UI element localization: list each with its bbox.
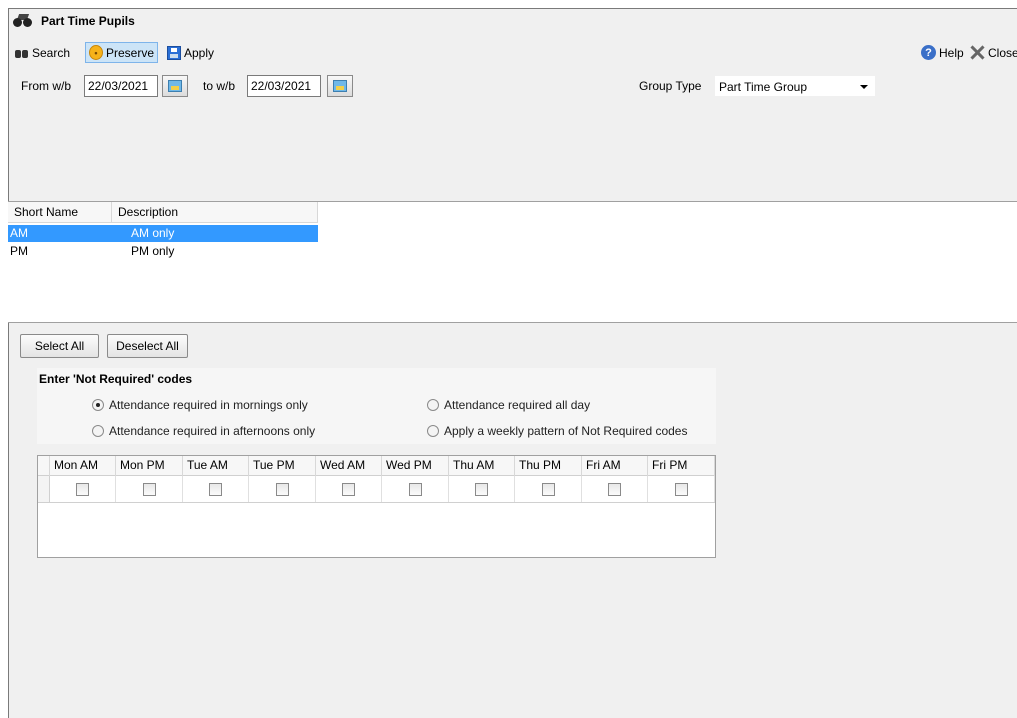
toolbar: Search • Preserve Apply ? Help Close bbox=[11, 42, 1017, 64]
tue-am-cell bbox=[183, 476, 249, 502]
mon-am-checkbox[interactable] bbox=[76, 482, 89, 496]
fri-pm-checkbox[interactable] bbox=[674, 482, 688, 496]
radio-indicator bbox=[92, 399, 104, 411]
radio-mornings-only[interactable]: Attendance required in mornings only bbox=[92, 398, 308, 412]
chevron-down-icon bbox=[860, 85, 868, 89]
fri-am-cell bbox=[582, 476, 648, 502]
thu-pm-cell bbox=[515, 476, 582, 502]
thu-pm-checkbox[interactable] bbox=[541, 482, 555, 496]
group-type-label: Group Type bbox=[639, 79, 702, 93]
calendar-icon bbox=[333, 80, 347, 92]
mon-pm-checkbox[interactable] bbox=[142, 482, 156, 496]
thu-am-checkbox[interactable] bbox=[475, 482, 488, 496]
thu-am-cell bbox=[449, 476, 515, 502]
to-date-field[interactable]: 22/03/2021 bbox=[247, 75, 321, 97]
groups-table: Short Name Description AM AM only PM PM … bbox=[8, 201, 1017, 323]
help-label: Help bbox=[939, 45, 964, 60]
cell-description: PM only bbox=[131, 244, 175, 258]
sessions-table: Mon AM Mon PM Tue AM Tue PM Wed AM Wed P… bbox=[37, 455, 716, 558]
group-title: Enter 'Not Required' codes bbox=[39, 372, 193, 386]
close-label: Close bbox=[988, 45, 1017, 60]
radio-weekly-pattern[interactable]: Apply a weekly pattern of Not Required c… bbox=[427, 424, 687, 438]
column-header-thu-am[interactable]: Thu AM bbox=[449, 456, 515, 476]
column-header-tue-am[interactable]: Tue AM bbox=[183, 456, 249, 476]
save-icon bbox=[167, 45, 181, 60]
column-header-wed-pm[interactable]: Wed PM bbox=[382, 456, 449, 476]
table-row[interactable]: AM AM only bbox=[8, 225, 318, 242]
wed-am-checkbox[interactable] bbox=[342, 482, 355, 496]
cell-short-name: PM bbox=[10, 244, 28, 258]
apply-label: Apply bbox=[184, 45, 215, 60]
search-button[interactable]: Search bbox=[11, 42, 74, 63]
table-row bbox=[50, 476, 715, 503]
wed-pm-checkbox[interactable] bbox=[408, 482, 422, 496]
fri-pm-cell bbox=[648, 476, 715, 502]
binoculars-icon bbox=[13, 14, 35, 28]
column-header-thu-pm[interactable]: Thu PM bbox=[515, 456, 582, 476]
column-header-mon-pm[interactable]: Mon PM bbox=[116, 456, 183, 476]
search-icon bbox=[15, 47, 29, 59]
from-date-label: From w/b bbox=[21, 79, 72, 93]
group-type-value: Part Time Group bbox=[719, 80, 808, 94]
column-header-description[interactable]: Description bbox=[112, 202, 318, 223]
column-header-tue-pm[interactable]: Tue PM bbox=[249, 456, 316, 476]
help-icon: ? bbox=[921, 45, 936, 60]
to-calendar-button[interactable] bbox=[327, 75, 353, 97]
close-icon bbox=[970, 45, 985, 60]
cell-description: AM only bbox=[131, 226, 175, 240]
tue-am-checkbox[interactable] bbox=[209, 482, 222, 496]
help-button[interactable]: ? Help bbox=[917, 42, 968, 63]
from-calendar-button[interactable] bbox=[162, 75, 188, 97]
column-header-mon-am[interactable]: Mon AM bbox=[50, 456, 116, 476]
select-all-button[interactable]: Select All bbox=[20, 334, 99, 358]
radio-indicator bbox=[427, 399, 439, 411]
groups-table-header: Short Name Description bbox=[8, 202, 318, 223]
calendar-icon bbox=[168, 80, 182, 92]
preserve-button[interactable]: • Preserve bbox=[85, 42, 159, 63]
cell-short-name: AM bbox=[10, 226, 28, 240]
radio-label: Attendance required in afternoons only bbox=[109, 424, 316, 438]
table-row[interactable]: PM PM only bbox=[8, 243, 318, 260]
to-date-label: to w/b bbox=[203, 79, 236, 93]
column-header-short-name[interactable]: Short Name bbox=[8, 202, 112, 223]
wed-am-cell bbox=[316, 476, 382, 502]
column-header-wed-am[interactable]: Wed AM bbox=[316, 456, 382, 476]
wed-pm-cell bbox=[382, 476, 449, 502]
radio-all-day[interactable]: Attendance required all day bbox=[427, 398, 590, 412]
mon-am-cell bbox=[50, 476, 116, 502]
lock-icon: • bbox=[89, 45, 103, 60]
fri-am-checkbox[interactable] bbox=[608, 482, 621, 496]
apply-button[interactable]: Apply bbox=[163, 42, 218, 63]
window-frame: Part Time Pupils Search • Preserve Apply… bbox=[8, 8, 1017, 718]
radio-label: Attendance required all day bbox=[444, 398, 591, 412]
from-date-field[interactable]: 22/03/2021 bbox=[84, 75, 158, 97]
row-header-corner bbox=[38, 456, 50, 476]
column-header-fri-am[interactable]: Fri AM bbox=[582, 456, 648, 476]
close-button[interactable]: Close bbox=[966, 42, 1017, 63]
column-header-fri-pm[interactable]: Fri PM bbox=[648, 456, 715, 476]
radio-afternoons-only[interactable]: Attendance required in afternoons only bbox=[92, 424, 315, 438]
not-required-codes-group: Enter 'Not Required' codes Attendance re… bbox=[37, 368, 716, 444]
deselect-all-button[interactable]: Deselect All bbox=[107, 334, 188, 358]
radio-label: Attendance required in mornings only bbox=[109, 398, 308, 412]
sessions-table-header: Mon AM Mon PM Tue AM Tue PM Wed AM Wed P… bbox=[38, 456, 715, 476]
window-title-bar: Part Time Pupils bbox=[13, 12, 135, 30]
radio-indicator bbox=[427, 425, 439, 437]
tue-pm-cell bbox=[249, 476, 316, 502]
preserve-label: Preserve bbox=[106, 45, 155, 60]
radio-indicator bbox=[92, 425, 104, 437]
search-label: Search bbox=[32, 45, 71, 60]
window-title: Part Time Pupils bbox=[41, 14, 135, 28]
group-type-select[interactable]: Part Time Group bbox=[715, 76, 875, 96]
radio-label: Apply a weekly pattern of Not Required c… bbox=[444, 424, 688, 438]
mon-pm-cell bbox=[116, 476, 183, 502]
tue-pm-checkbox[interactable] bbox=[275, 482, 289, 496]
row-header[interactable] bbox=[38, 476, 50, 503]
